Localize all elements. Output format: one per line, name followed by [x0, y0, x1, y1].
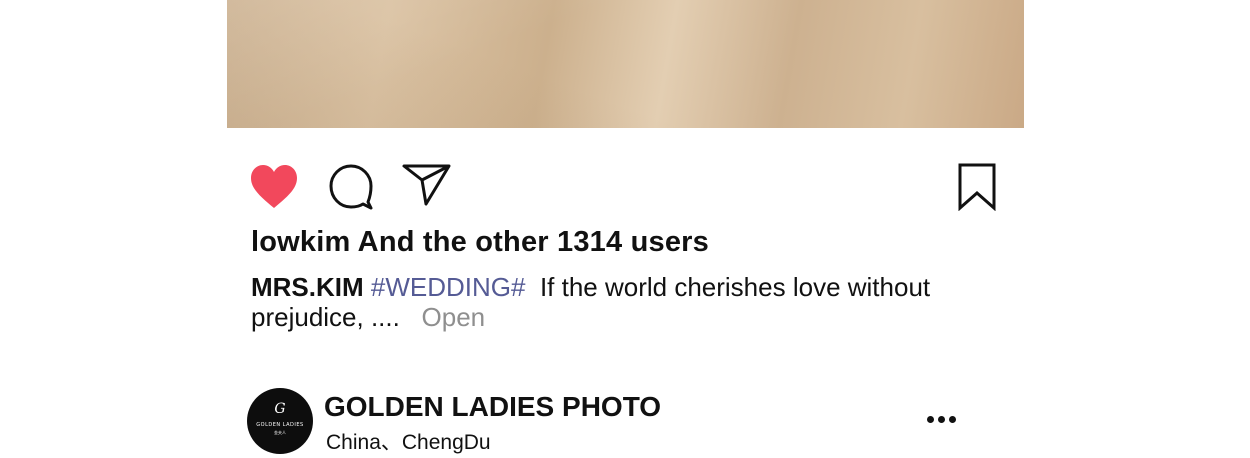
- profile-location[interactable]: China、ChengDu: [326, 426, 491, 456]
- avatar-logo-sub: 金夫人: [274, 430, 286, 435]
- heart-icon[interactable]: [249, 164, 299, 210]
- avatar-logo-text: GOLDEN LADIES: [256, 422, 304, 428]
- caption-author[interactable]: MRS.KIM: [251, 272, 364, 302]
- send-icon[interactable]: [402, 163, 452, 207]
- profile-header: G GOLDEN LADIES 金夫人 GOLDEN LADIES PHOTO …: [247, 388, 1007, 458]
- caption-open-link[interactable]: Open: [422, 302, 486, 332]
- profile-name[interactable]: GOLDEN LADIES PHOTO: [324, 391, 661, 423]
- caption-hashtag[interactable]: #WEDDING#: [371, 272, 526, 302]
- post-caption: MRS.KIM #WEDDING# If the world cherishes…: [251, 272, 971, 332]
- comment-icon[interactable]: [328, 164, 374, 210]
- bookmark-icon[interactable]: [958, 163, 996, 211]
- more-dots-icon[interactable]: [927, 416, 957, 426]
- avatar-logo-mark: G: [274, 401, 286, 417]
- avatar[interactable]: G GOLDEN LADIES 金夫人: [247, 388, 313, 454]
- post-action-bar: [0, 0, 1250, 220]
- likes-summary[interactable]: lowkim And the other 1314 users: [251, 226, 709, 259]
